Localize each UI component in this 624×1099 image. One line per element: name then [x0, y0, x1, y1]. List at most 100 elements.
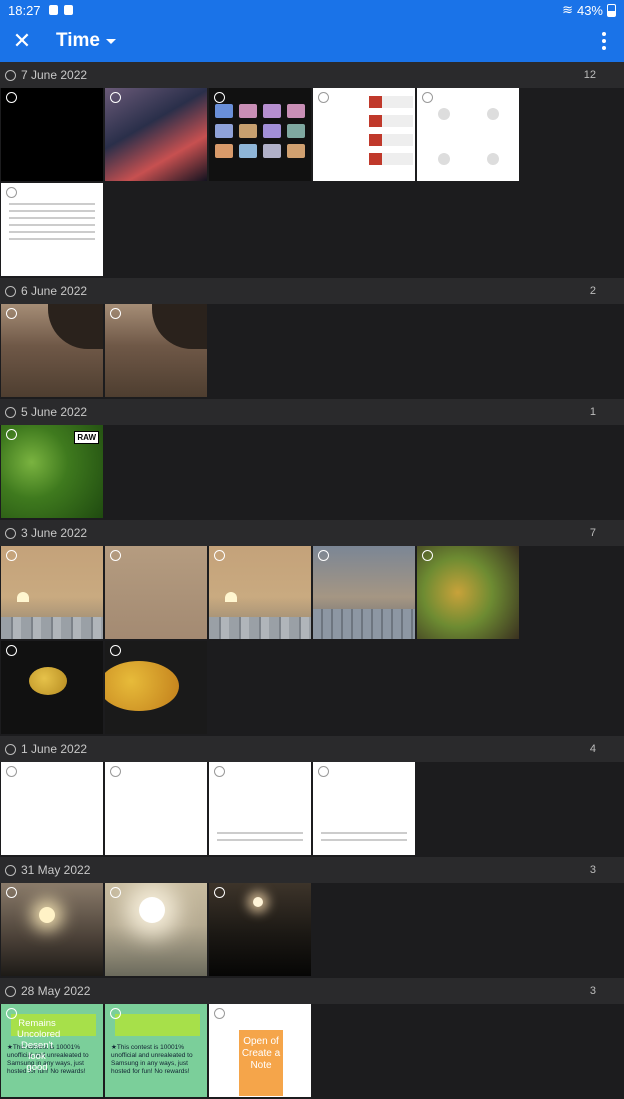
photo-thumbnail[interactable] — [105, 546, 207, 639]
select-radio[interactable] — [318, 550, 329, 561]
select-radio[interactable] — [6, 887, 17, 898]
select-radio[interactable] — [110, 645, 121, 656]
group-count: 1 — [589, 406, 596, 418]
contest-overlay-text: Remains Uncolored Desen't look good — [17, 1018, 61, 1073]
group-count: 3 — [589, 985, 596, 997]
select-radio[interactable] — [214, 887, 225, 898]
status-bar: 18:27 ≋ 43% — [0, 0, 624, 20]
select-radio[interactable] — [318, 92, 329, 103]
select-radio[interactable] — [318, 766, 329, 777]
select-radio[interactable] — [6, 645, 17, 656]
group-header[interactable]: 6 June 2022 2 — [0, 278, 624, 304]
photo-thumbnail[interactable] — [105, 88, 207, 181]
group-count: 7 — [589, 527, 596, 539]
group-header[interactable]: 7 June 2022 12 — [0, 62, 624, 88]
select-radio[interactable] — [110, 887, 121, 898]
status-time: 18:27 — [8, 2, 41, 18]
select-radio[interactable] — [6, 766, 17, 777]
photo-thumbnail[interactable] — [1, 304, 103, 397]
photo-thumbnail[interactable] — [1, 762, 103, 855]
group-select-radio[interactable] — [5, 864, 16, 876]
sd-card-icon — [63, 5, 73, 15]
note-card-text: Open of Create a Note — [239, 1030, 283, 1096]
photo-thumbnail[interactable] — [417, 88, 519, 181]
group-select-radio[interactable] — [5, 743, 16, 755]
group-count: 3 — [589, 864, 596, 876]
group-count: 4 — [589, 743, 596, 755]
group-date: 5 June 2022 — [21, 405, 88, 419]
group-select-radio[interactable] — [5, 985, 16, 997]
select-radio[interactable] — [422, 92, 433, 103]
group-header[interactable]: 3 June 2022 7 — [0, 520, 624, 546]
select-radio[interactable] — [110, 92, 121, 103]
more-options-button[interactable] — [584, 20, 624, 62]
notification-icon — [48, 5, 58, 15]
group-header[interactable]: 5 June 2022 1 — [0, 399, 624, 425]
group-select-radio[interactable] — [5, 69, 16, 81]
photo-thumbnail[interactable] — [105, 304, 207, 397]
wifi-icon: ≋ — [562, 2, 573, 17]
battery-icon — [607, 3, 616, 17]
group-count: 12 — [583, 69, 596, 81]
group-select-radio[interactable] — [5, 406, 16, 418]
select-radio[interactable] — [214, 92, 225, 103]
select-radio[interactable] — [110, 1008, 121, 1019]
select-radio[interactable] — [214, 1008, 225, 1019]
photo-thumbnail[interactable] — [1, 641, 103, 734]
thumbnail-grid: RAW — [0, 425, 624, 520]
photo-thumbnail[interactable] — [105, 641, 207, 734]
contest-text: ★This contest is 10001% unofficial and u… — [111, 1044, 193, 1075]
group-select-radio[interactable] — [5, 527, 16, 539]
photo-thumbnail[interactable] — [209, 883, 311, 976]
photo-thumbnail[interactable] — [1, 88, 103, 181]
select-radio[interactable] — [6, 550, 17, 561]
close-icon: ✕ — [12, 28, 32, 53]
photo-thumbnail[interactable]: Open of Create a Note — [209, 1004, 311, 1097]
photo-thumbnail[interactable]: ★This contest is 10001% unofficial and u… — [105, 1004, 207, 1097]
photo-thumbnail[interactable] — [313, 546, 415, 639]
group-date: 28 May 2022 — [21, 984, 91, 998]
photo-thumbnail[interactable]: RAW — [1, 425, 103, 518]
close-button[interactable]: ✕ — [0, 20, 44, 62]
select-radio[interactable] — [6, 187, 17, 198]
select-radio[interactable] — [6, 1008, 17, 1019]
photo-thumbnail[interactable] — [417, 546, 519, 639]
photo-thumbnail[interactable] — [209, 762, 311, 855]
photo-thumbnail[interactable] — [209, 546, 311, 639]
status-right: ≋ 43% — [562, 2, 616, 18]
group-date: 3 June 2022 — [21, 526, 88, 540]
select-radio[interactable] — [110, 766, 121, 777]
photo-thumbnail[interactable] — [105, 762, 207, 855]
group-header[interactable]: 28 May 2022 3 — [0, 978, 624, 1004]
thumbnail-grid — [0, 762, 624, 857]
group-header[interactable]: 31 May 2022 3 — [0, 857, 624, 883]
select-radio[interactable] — [110, 308, 121, 319]
select-radio[interactable] — [214, 550, 225, 561]
select-radio[interactable] — [6, 429, 17, 440]
group-count: 2 — [589, 285, 596, 297]
select-radio[interactable] — [110, 550, 121, 561]
battery-percent: 43% — [576, 2, 603, 18]
group-date: 31 May 2022 — [21, 863, 91, 877]
photo-thumbnail[interactable] — [1, 183, 103, 276]
thumbnail-grid: ★This contest is 10001% unofficial and u… — [0, 1004, 624, 1099]
photo-thumbnail[interactable] — [105, 883, 207, 976]
app-bar: ✕ Time — [0, 20, 624, 62]
group-date: 1 June 2022 — [21, 742, 88, 756]
photo-thumbnail[interactable] — [313, 762, 415, 855]
group-date: 6 June 2022 — [21, 284, 88, 298]
group-header[interactable]: 1 June 2022 4 — [0, 736, 624, 762]
photo-thumbnail[interactable]: ★This contest is 10001% unofficial and u… — [1, 1004, 103, 1097]
photo-thumbnail[interactable] — [209, 88, 311, 181]
select-radio[interactable] — [214, 766, 225, 777]
select-radio[interactable] — [6, 308, 17, 319]
thumbnail-grid — [0, 883, 624, 978]
time-dropdown[interactable]: Time — [56, 30, 117, 52]
photo-thumbnail[interactable] — [1, 546, 103, 639]
thumbnail-grid — [0, 304, 624, 399]
photo-thumbnail[interactable] — [1, 883, 103, 976]
photo-thumbnail[interactable] — [313, 88, 415, 181]
select-radio[interactable] — [422, 550, 433, 561]
group-select-radio[interactable] — [5, 285, 16, 297]
select-radio[interactable] — [6, 92, 17, 103]
